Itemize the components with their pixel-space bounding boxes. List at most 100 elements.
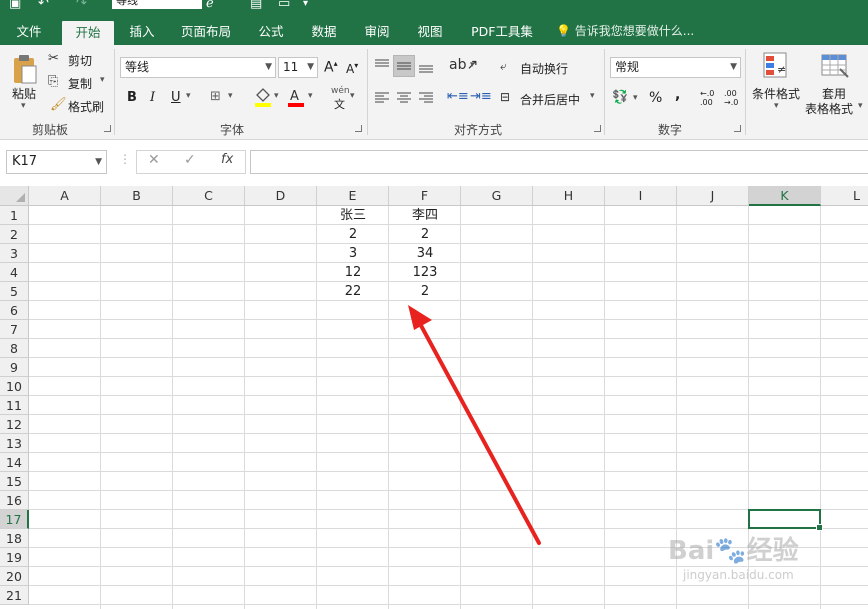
insert-function-button[interactable]: fx bbox=[221, 152, 233, 167]
column-header-i[interactable]: I bbox=[605, 186, 677, 206]
selected-cell-outline[interactable] bbox=[748, 509, 823, 531]
font-launcher-icon[interactable] bbox=[355, 125, 362, 132]
table-format-dropdown-icon[interactable]: ▾ bbox=[858, 101, 863, 111]
table-format-line2[interactable]: 表格格式 bbox=[805, 100, 853, 117]
fill-color-icon[interactable] bbox=[254, 87, 272, 111]
enter-icon[interactable]: ✓ bbox=[184, 152, 196, 168]
paste-label[interactable]: 粘贴 bbox=[12, 85, 36, 102]
align-right-icon[interactable] bbox=[418, 91, 434, 109]
column-header-j[interactable]: J bbox=[677, 186, 749, 206]
row-header-1[interactable]: 1 bbox=[0, 206, 29, 225]
cell-e3[interactable]: 3 bbox=[317, 244, 389, 263]
shrink-font-button[interactable]: A▾ bbox=[346, 61, 358, 76]
borders-dropdown-icon[interactable]: ▾ bbox=[228, 91, 233, 101]
print-preview-icon[interactable]: ▤ bbox=[250, 0, 262, 11]
row-header-17[interactable]: 17 bbox=[0, 510, 29, 529]
font-name-combo[interactable]: 等线 ▼ bbox=[120, 57, 276, 78]
cell-f3[interactable]: 34 bbox=[389, 244, 461, 263]
row-header-12[interactable]: 12 bbox=[0, 415, 29, 434]
paste-dropdown-icon[interactable]: ▾ bbox=[21, 101, 26, 111]
align-left-icon[interactable] bbox=[374, 91, 390, 109]
cell-f5[interactable]: 2 bbox=[389, 282, 461, 301]
tab-formulas[interactable]: 公式 bbox=[249, 18, 293, 45]
currency-dropdown-icon[interactable]: ▾ bbox=[633, 93, 638, 103]
orientation-dropdown-icon[interactable]: ▾ bbox=[470, 60, 475, 70]
undo-icon[interactable]: ↶ bbox=[38, 0, 49, 11]
currency-icon[interactable]: 💱 bbox=[612, 90, 628, 105]
row-header-15[interactable]: 15 bbox=[0, 472, 29, 491]
cell-e5[interactable]: 22 bbox=[317, 282, 389, 301]
font-color-dropdown-icon[interactable]: ▾ bbox=[308, 91, 313, 101]
conditional-dropdown-icon[interactable]: ▾ bbox=[774, 101, 779, 111]
conditional-format-button[interactable]: 条件格式 bbox=[752, 85, 800, 102]
phonetic-dropdown-icon[interactable]: ▾ bbox=[350, 91, 355, 101]
row-header-3[interactable]: 3 bbox=[0, 244, 29, 263]
tab-file[interactable]: 文件 bbox=[6, 18, 52, 45]
row-header-14[interactable]: 14 bbox=[0, 453, 29, 472]
font-color-icon[interactable]: A bbox=[287, 87, 305, 111]
cell-e2[interactable]: 2 bbox=[317, 225, 389, 244]
row-header-7[interactable]: 7 bbox=[0, 320, 29, 339]
tab-pdf-tools[interactable]: PDF工具集 bbox=[463, 18, 541, 45]
underline-dropdown-icon[interactable]: ▾ bbox=[186, 91, 191, 101]
row-header-2[interactable]: 2 bbox=[0, 225, 29, 244]
row-header-11[interactable]: 11 bbox=[0, 396, 29, 415]
merge-center-button[interactable]: 合并后居中 bbox=[520, 91, 580, 108]
row-header-13[interactable]: 13 bbox=[0, 434, 29, 453]
column-header-k[interactable]: K bbox=[749, 186, 821, 206]
tab-view[interactable]: 视图 bbox=[408, 18, 452, 45]
select-all-button[interactable] bbox=[0, 186, 29, 206]
tab-insert[interactable]: 插入 bbox=[120, 18, 164, 45]
quick-font-combo[interactable]: 等线 bbox=[112, 0, 202, 9]
row-header-20[interactable]: 20 bbox=[0, 567, 29, 586]
conditional-format-icon[interactable]: ≠ bbox=[762, 51, 790, 85]
number-format-combo[interactable]: 常规 ▼ bbox=[610, 57, 741, 78]
formula-input[interactable] bbox=[250, 150, 868, 174]
copy-button[interactable]: 复制 bbox=[68, 75, 92, 92]
row-header-16[interactable]: 16 bbox=[0, 491, 29, 510]
cell-f1[interactable]: 李四 bbox=[389, 206, 461, 225]
comma-button[interactable]: , bbox=[675, 87, 680, 103]
clipboard-launcher-icon[interactable] bbox=[104, 125, 111, 132]
alignment-launcher-icon[interactable] bbox=[594, 125, 601, 132]
merge-dropdown-icon[interactable]: ▾ bbox=[590, 91, 595, 101]
tab-data[interactable]: 数据 bbox=[302, 18, 346, 45]
format-painter-button[interactable]: 格式刷 bbox=[68, 98, 104, 115]
increase-decimal-button[interactable]: ←.0 .00 bbox=[700, 89, 718, 107]
column-header-h[interactable]: H bbox=[533, 186, 605, 206]
customize-qat-icon[interactable]: ▾ bbox=[303, 0, 308, 9]
column-header-b[interactable]: B bbox=[101, 186, 173, 206]
column-header-f[interactable]: F bbox=[389, 186, 461, 206]
paste-icon[interactable] bbox=[10, 53, 40, 85]
column-header-g[interactable]: G bbox=[461, 186, 533, 206]
tab-page-layout[interactable]: 页面布局 bbox=[170, 18, 242, 45]
column-header-a[interactable]: A bbox=[29, 186, 101, 206]
underline-button[interactable]: U bbox=[171, 90, 181, 105]
decrease-indent-icon[interactable]: ⇤≡ bbox=[447, 89, 469, 104]
column-header-e[interactable]: E bbox=[317, 186, 389, 206]
copy-dropdown-icon[interactable]: ▾ bbox=[100, 75, 105, 85]
formula-bar-grip-icon[interactable]: ⋮ bbox=[119, 152, 131, 166]
tab-home[interactable]: 开始 bbox=[62, 21, 114, 45]
tell-me-box[interactable]: 💡 告诉我您想要做什么... bbox=[556, 18, 694, 45]
borders-icon[interactable]: ⊞ bbox=[210, 89, 221, 104]
cell-f2[interactable]: 2 bbox=[389, 225, 461, 244]
wrap-text-button[interactable]: 自动换行 bbox=[520, 60, 568, 77]
phonetic-bottom-text[interactable]: 文 bbox=[334, 96, 345, 112]
row-header-21[interactable]: 21 bbox=[0, 586, 29, 605]
row-header-9[interactable]: 9 bbox=[0, 358, 29, 377]
format-icon[interactable]: ℯ bbox=[206, 0, 214, 11]
redo-icon[interactable]: ↷ bbox=[76, 0, 87, 11]
align-bottom-button[interactable] bbox=[416, 55, 436, 77]
column-header-l[interactable]: L bbox=[821, 186, 868, 206]
bold-button[interactable]: B bbox=[127, 90, 137, 105]
cell-f4[interactable]: 123 bbox=[389, 263, 461, 282]
percent-button[interactable]: % bbox=[649, 90, 662, 106]
name-box[interactable]: K17 ▼ bbox=[6, 150, 107, 174]
align-middle-button[interactable] bbox=[393, 55, 415, 77]
font-size-combo[interactable]: 11 ▼ bbox=[278, 57, 318, 78]
fill-dropdown-icon[interactable]: ▾ bbox=[274, 91, 279, 101]
row-header-4[interactable]: 4 bbox=[0, 263, 29, 282]
italic-button[interactable]: I bbox=[150, 90, 155, 105]
column-header-c[interactable]: C bbox=[173, 186, 245, 206]
